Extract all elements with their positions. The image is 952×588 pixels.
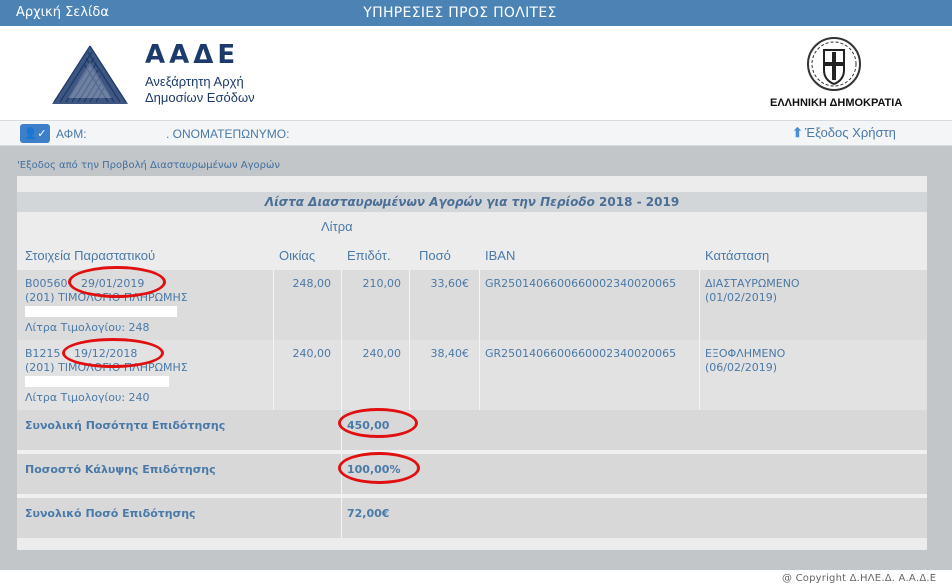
subsidy-litres: 210,00 (362, 277, 402, 290)
redacted-field (25, 306, 177, 317)
subsidy-litres: 240,00 (362, 347, 402, 360)
logout-label: Έξοδος Χρήστη (804, 125, 896, 140)
summary-value: 72,00€ (347, 507, 390, 520)
user-profile-icon[interactable]: 👤✓ (20, 124, 50, 143)
status-date: (06/02/2019) (705, 361, 777, 374)
page-section-title: ΥΠΗΡΕΣΙΕΣ ΠΡΟΣ ΠΟΛΙΤΕΣ (363, 5, 557, 21)
column-header-document: Στοιχεία Παραστατικού (25, 248, 156, 263)
iban: GR2501406600660002340020065 (485, 277, 677, 290)
afm-label: ΑΦΜ: (56, 127, 87, 141)
invoice-litres: Λίτρα Τιμολογίου: 240 (25, 391, 150, 404)
aade-subtitle-line1: Ανεξάρτητη Αρχή (145, 74, 244, 89)
home-litres: 248,00 (292, 277, 332, 290)
column-header-home: Οικίας (279, 248, 316, 263)
redacted-field (25, 376, 169, 387)
status: ΕΞΟΦΛΗΜΕΝΟ (705, 347, 786, 360)
document-code: B00560 (25, 277, 68, 290)
logout-link[interactable]: ⬆ Έξοδος Χρήστη (792, 125, 896, 141)
column-header-amount: Ποσό (419, 248, 451, 263)
litres-group-header: Λίτρα (321, 219, 353, 234)
hellenic-republic-emblem-icon (807, 37, 861, 91)
summary-row-total-quantity: Συνολική Ποσότητα Επιδότησης 450,00 (17, 410, 927, 450)
annotation-circle-coverage (338, 452, 420, 484)
document-code: B1215 (25, 347, 61, 360)
iban: GR2501406600660002340020065 (485, 347, 677, 360)
list-period: 2018 - 2019 (599, 195, 680, 209)
invoice-litres: Λίτρα Τιμολογίου: 248 (25, 321, 150, 334)
exit-cross-check-view-link[interactable]: 'Εξοδος από την Προβολή Διασταυρωμένων Α… (17, 160, 280, 171)
aade-logo-text: ΑΑΔΕ (145, 40, 240, 70)
summary-label: Ποσοστό Κάλυψης Επιδότησης (25, 463, 216, 476)
summary-label: Συνολικό Ποσό Επιδότησης (25, 507, 196, 520)
aade-logo-icon (52, 44, 128, 104)
column-header-iban: IBAN (485, 248, 516, 263)
annotation-circle-date-2 (62, 338, 164, 368)
top-navigation-bar: Αρχική Σελίδα ΥΠΗΡΕΣΙΕΣ ΠΡΟΣ ΠΟΛΙΤΕΣ (0, 0, 952, 26)
amount: 38,40€ (430, 347, 470, 360)
column-header-subsidy: Επιδότ. (347, 248, 391, 263)
home-litres: 240,00 (292, 347, 332, 360)
aade-subtitle-line2: Δημοσίων Εσόδων (145, 90, 255, 105)
status: ΔΙΑΣΤΑΥΡΩΜΕΝΟ (705, 277, 800, 290)
list-title: Λίστα Διασταυρωμένων Αγορών για την Περί… (17, 192, 927, 212)
emblem-label: ΕΛΛΗΝΙΚΗ ΔΗΜΟΚΡΑΤΙΑ (770, 97, 903, 109)
summary-label: Συνολική Ποσότητα Επιδότησης (25, 419, 226, 432)
summary-row-coverage-percent: Ποσοστό Κάλυψης Επιδότησης 100,00% (17, 454, 927, 494)
amount: 33,60€ (430, 277, 470, 290)
status-date: (01/02/2019) (705, 291, 777, 304)
annotation-circle-date-1 (68, 266, 166, 298)
user-info-bar: 👤✓ ΑΦΜ: . ΟΝΟΜΑΤΕΠΩΝΥΜΟ: ⬆ Έξοδος Χρήστη (0, 120, 952, 146)
purchases-list-panel: Λίστα Διασταυρωμένων Αγορών για την Περί… (17, 176, 927, 550)
logout-arrow-icon: ⬆ (792, 125, 803, 140)
column-header-status: Κατάσταση (705, 248, 770, 263)
list-title-text: Λίστα Διασταυρωμένων Αγορών για την Περί… (264, 195, 595, 209)
copyright-footer: @ Copyright Δ.ΗΛΕ.Δ. Α.Α.Δ.Ε (782, 573, 937, 584)
summary-row-total-amount: Συνολικό Ποσό Επιδότησης 72,00€ (17, 498, 927, 538)
annotation-circle-total-quantity (338, 408, 418, 438)
fullname-label: . ΟΝΟΜΑΤΕΠΩΝΥΜΟ: (166, 127, 290, 141)
